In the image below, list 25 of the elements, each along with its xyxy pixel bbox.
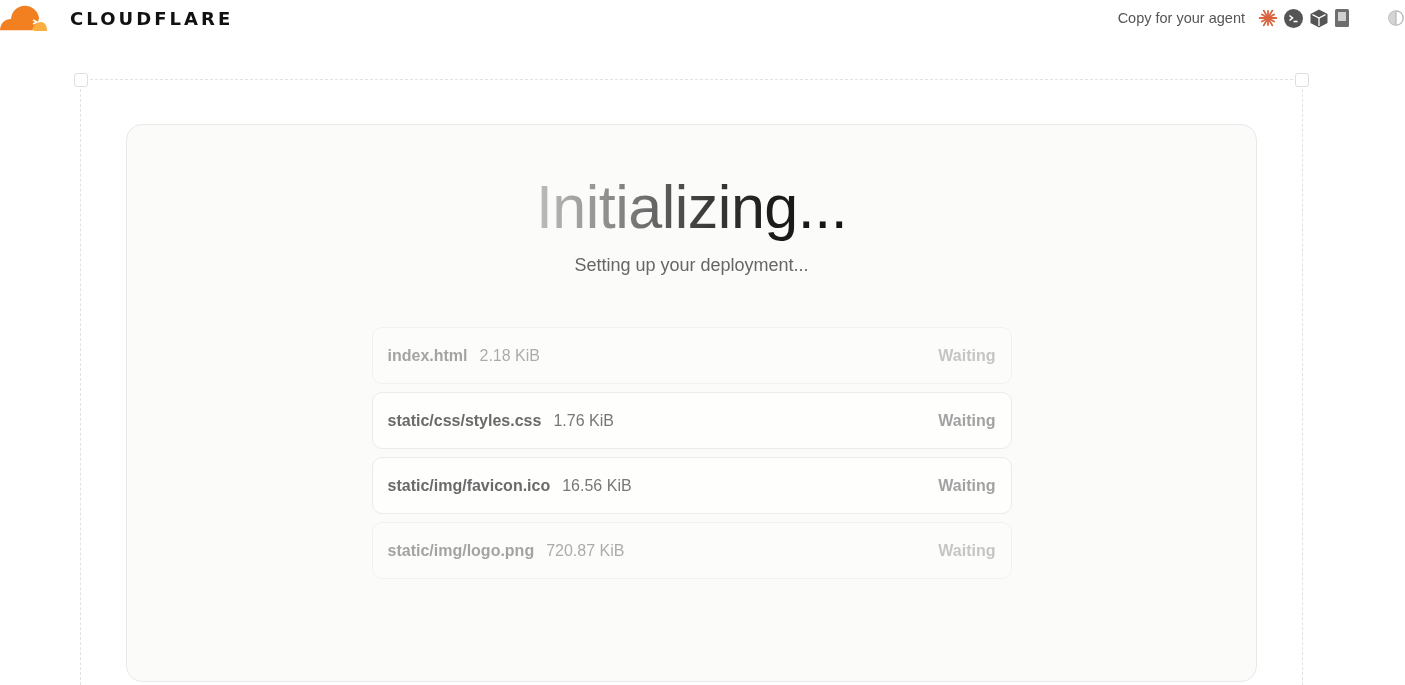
terminal-icon bbox=[1283, 8, 1303, 28]
file-name: static/css/styles.css bbox=[387, 411, 542, 430]
file-size: 16.56 KiB bbox=[562, 476, 632, 495]
file-size: 720.87 KiB bbox=[546, 541, 625, 560]
terminal-button[interactable] bbox=[1283, 8, 1303, 28]
file-name: static/img/logo.png bbox=[387, 541, 535, 560]
file-size: 2.18 KiB bbox=[479, 346, 540, 365]
corner-handle-icon bbox=[74, 73, 88, 87]
copy-label: Copy for your agent bbox=[1117, 10, 1245, 26]
file-status: Waiting bbox=[938, 476, 996, 495]
panel-icon bbox=[1334, 9, 1349, 27]
file-status: Waiting bbox=[938, 411, 996, 430]
theme-toggle-button[interactable] bbox=[1388, 10, 1404, 26]
file-name: index.html bbox=[387, 346, 468, 365]
file-name: static/img/favicon.ico bbox=[387, 476, 551, 495]
panel-button[interactable] bbox=[1334, 9, 1349, 27]
logo-wordmark: CLOUDFLARE bbox=[70, 7, 234, 29]
asterisk-icon bbox=[1258, 9, 1277, 27]
cube-button[interactable] bbox=[1309, 8, 1328, 28]
status-subtitle: Setting up your deployment... bbox=[574, 254, 809, 277]
cube-icon bbox=[1309, 8, 1328, 28]
corner-handle-icon bbox=[1295, 73, 1309, 87]
asterisk-button[interactable] bbox=[1258, 9, 1277, 27]
contrast-icon bbox=[1388, 10, 1404, 26]
file-size: 1.76 KiB bbox=[553, 411, 614, 430]
